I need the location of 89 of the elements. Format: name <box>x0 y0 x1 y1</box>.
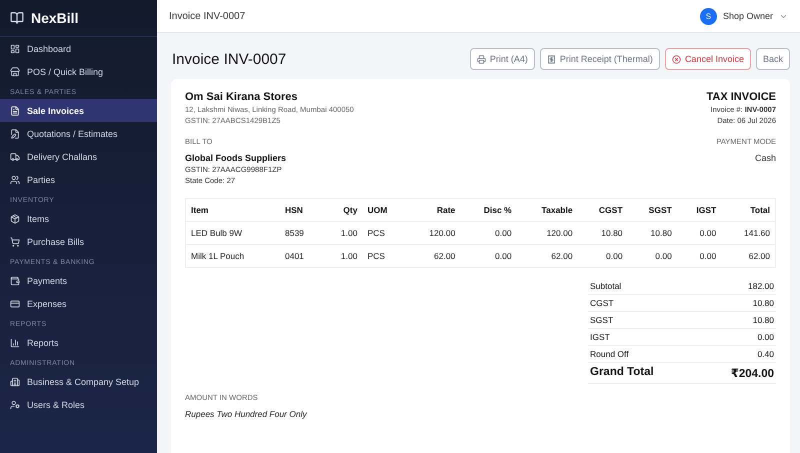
nav-icon <box>10 376 20 386</box>
column-header: IGST <box>676 198 722 222</box>
table-cell: 0.00 <box>676 244 722 268</box>
nav-item[interactable]: Purchase Bills <box>0 230 157 253</box>
table-cell: 8539 <box>280 222 323 244</box>
table-cell: PCS <box>362 222 407 244</box>
nav-item[interactable]: POS / Quick Billing <box>0 60 157 83</box>
total-value: 0.00 <box>757 332 774 342</box>
table-cell: 62.00 <box>516 244 578 268</box>
nav-item[interactable]: Reports <box>0 331 157 354</box>
receipt-icon <box>546 54 556 64</box>
total-value: 10.80 <box>752 315 774 325</box>
table-cell: 0401 <box>280 244 323 268</box>
total-value: 182.00 <box>748 281 774 291</box>
table-cell: LED Bulb 9W <box>186 222 280 244</box>
total-value: ₹204.00 <box>730 367 774 380</box>
nav-icon <box>10 298 20 308</box>
total-label: CGST <box>590 298 614 308</box>
nav-item[interactable]: Sale Invoices <box>0 99 157 122</box>
total-value: 10.80 <box>752 298 774 308</box>
table-cell: 1.00 <box>322 222 362 244</box>
nav-item[interactable]: Delivery Challans <box>0 145 157 168</box>
nav-item[interactable]: Parties <box>0 168 157 191</box>
total-label: Subtotal <box>590 281 622 291</box>
breadcrumb: Invoice INV-0007 <box>169 10 246 22</box>
logo-icon <box>10 11 24 25</box>
total-label: SGST <box>590 315 614 325</box>
table-cell: Milk 1L Pouch <box>186 244 280 268</box>
user-avatar[interactable]: S <box>700 8 717 24</box>
total-value: 0.40 <box>757 349 774 359</box>
action-button[interactable]: Back <box>756 48 790 70</box>
total-label: Round Off <box>590 349 629 359</box>
payment-mode: Cash <box>754 153 776 163</box>
column-header: Total <box>721 198 776 222</box>
nav-item[interactable]: Business & Company Setup <box>0 370 157 393</box>
nav-icon <box>10 44 20 54</box>
brand-name: NexBill <box>31 10 78 26</box>
action-button[interactable]: Cancel Invoice <box>664 48 751 70</box>
nav-icon <box>10 174 20 184</box>
action-button[interactable]: Print Receipt (Thermal) <box>540 48 660 70</box>
nav-item[interactable]: Users & Roles <box>0 393 157 416</box>
party-name: Global Foods Suppliers <box>185 153 286 163</box>
column-header: Rate <box>406 198 460 222</box>
table-cell: 0.00 <box>676 222 722 244</box>
nav-item[interactable]: Expenses <box>0 292 157 315</box>
user-name[interactable]: Shop Owner <box>722 11 773 21</box>
table-cell: 10.80 <box>578 222 628 244</box>
column-header: Taxable <box>516 198 578 222</box>
nav-icon <box>10 236 20 246</box>
table-cell: 0.00 <box>628 244 677 268</box>
table-cell: 0.00 <box>578 244 628 268</box>
column-header: SGST <box>628 198 677 222</box>
nav-icon <box>10 106 20 116</box>
nav-item[interactable]: Payments <box>0 269 157 292</box>
nav-icon <box>10 152 20 162</box>
nav-icon <box>10 276 20 286</box>
column-header: Item <box>186 198 280 222</box>
nav-icon <box>10 400 20 410</box>
nav-icon <box>10 214 20 224</box>
table-cell: 0.00 <box>460 244 517 268</box>
nav-icon <box>10 128 20 138</box>
page-title: Invoice INV-0007 <box>172 50 286 68</box>
table-cell: 0.00 <box>460 222 517 244</box>
table-cell: 120.00 <box>516 222 578 244</box>
table-cell: 62.00 <box>721 244 776 268</box>
amount-in-words: Rupees Two Hundred Four Only <box>185 409 307 419</box>
table-cell: 120.00 <box>406 222 460 244</box>
table-cell: PCS <box>362 244 407 268</box>
cancel-icon <box>672 54 681 64</box>
nav-item[interactable]: Dashboard <box>0 37 157 60</box>
column-header: UOM <box>362 198 407 222</box>
action-button[interactable]: Print (A4) <box>470 48 535 70</box>
table-cell: 141.60 <box>721 222 776 244</box>
nav-icon <box>10 66 20 76</box>
nav-item[interactable]: Quotations / Estimates <box>0 122 157 145</box>
column-header: HSN <box>280 198 323 222</box>
column-header: CGST <box>578 198 628 222</box>
nav-icon <box>10 338 20 348</box>
table-cell: 1.00 <box>322 244 362 268</box>
document-title: TAX INVOICE <box>706 91 776 103</box>
seller-name: Om Sai Kirana Stores <box>185 91 298 103</box>
printer-icon <box>476 54 486 64</box>
table-cell: 10.80 <box>628 222 677 244</box>
table-cell: 62.00 <box>406 244 460 268</box>
column-header: Disc % <box>460 198 517 222</box>
total-label: IGST <box>590 332 610 342</box>
total-label: Grand Total <box>590 366 654 380</box>
nav-item[interactable]: Items <box>0 207 157 230</box>
column-header: Qty <box>322 198 362 222</box>
